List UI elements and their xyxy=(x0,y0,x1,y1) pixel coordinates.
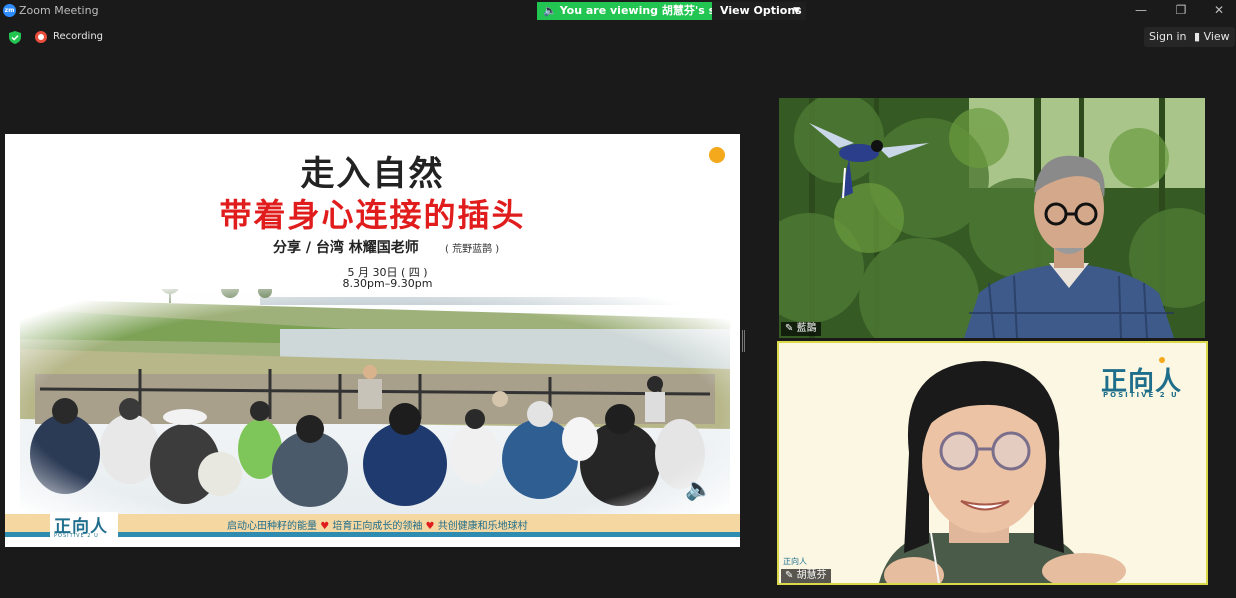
shared-screen-slide: 走入自然 带着身心连接的插头 分享 / 台湾 林耀国老师 ( 荒野蓝鹊 ) 5 … xyxy=(5,134,740,547)
view-layout-icon: ▮ xyxy=(1194,30,1204,43)
slide-logo-subtext: POSITIVE 2 U xyxy=(54,533,99,539)
heart-icon: ♥ xyxy=(425,521,435,532)
slide-nature-photo xyxy=(20,289,730,519)
recording-icon xyxy=(35,31,47,43)
heart-icon: ♥ xyxy=(320,521,330,532)
participant-name-tag: ✎ 藍鵲 xyxy=(781,322,821,336)
slide-footer-slogan: 启动心田种籽的能量 ♥ 培育正向成长的领袖 ♥ 共创健康和乐地球村 xyxy=(227,517,528,532)
participant-video-tile[interactable]: ✎ 藍鵲 xyxy=(779,98,1205,338)
audio-speaker-icon: 🔈 xyxy=(685,477,713,502)
background-mini-logo: 正向人 xyxy=(783,557,807,566)
participant-video-tile-active[interactable]: 正向人 POSITIVE 2 U 正向人 ✎ 胡慧芬 xyxy=(777,341,1208,585)
slogan-part: 共创健康和乐地球村 xyxy=(437,521,528,532)
view-button[interactable]: ▮ View xyxy=(1189,27,1235,47)
minimize-button[interactable]: — xyxy=(1133,3,1149,17)
participant-name-tag: ✎ 胡慧芬 xyxy=(781,569,831,583)
slide-speaker: 分享 / 台湾 林耀国老师 xyxy=(273,240,419,256)
speaker-icon: 🔈 xyxy=(543,4,557,17)
slogan-part: 启动心田种籽的能量 xyxy=(227,521,317,532)
participant-video-feed xyxy=(779,98,1205,338)
slide-subtitle: 带着身心连接的插头 xyxy=(219,196,526,234)
split-divider-handle[interactable] xyxy=(742,330,745,352)
background-logo-subtext: POSITIVE 2 U xyxy=(1103,391,1179,399)
slide-title: 走入自然 xyxy=(300,154,445,194)
chevron-down-icon: ▼ xyxy=(793,6,800,16)
recording-label[interactable]: Recording xyxy=(53,31,103,42)
restore-button[interactable]: ❐ xyxy=(1173,3,1189,17)
participant-name: 藍鵲 xyxy=(796,323,817,334)
view-options-button[interactable]: View Options ▼ xyxy=(712,2,806,20)
zoom-logo-icon: zm xyxy=(3,4,16,17)
slogan-part: 培育正向成长的领袖 xyxy=(332,521,423,532)
participant-name: 胡慧芬 xyxy=(796,570,827,581)
slide-speaker-alias: ( 荒野蓝鹊 ) xyxy=(445,244,500,255)
window-title: Zoom Meeting xyxy=(19,4,99,17)
view-button-label: View xyxy=(1203,30,1230,43)
close-button[interactable]: ✕ xyxy=(1211,3,1227,17)
sign-in-button[interactable]: Sign in xyxy=(1144,27,1192,47)
pin-icon: ✎ xyxy=(785,323,797,334)
view-options-label: View Options xyxy=(720,4,802,17)
pin-icon: ✎ xyxy=(785,570,797,581)
shield-icon[interactable] xyxy=(9,31,21,44)
window-titlebar: zm Zoom Meeting 🔈 You are viewing 胡慧芬's s… xyxy=(0,0,1236,22)
meeting-toolbar: Recording Sign in ▮ View xyxy=(0,22,1236,52)
